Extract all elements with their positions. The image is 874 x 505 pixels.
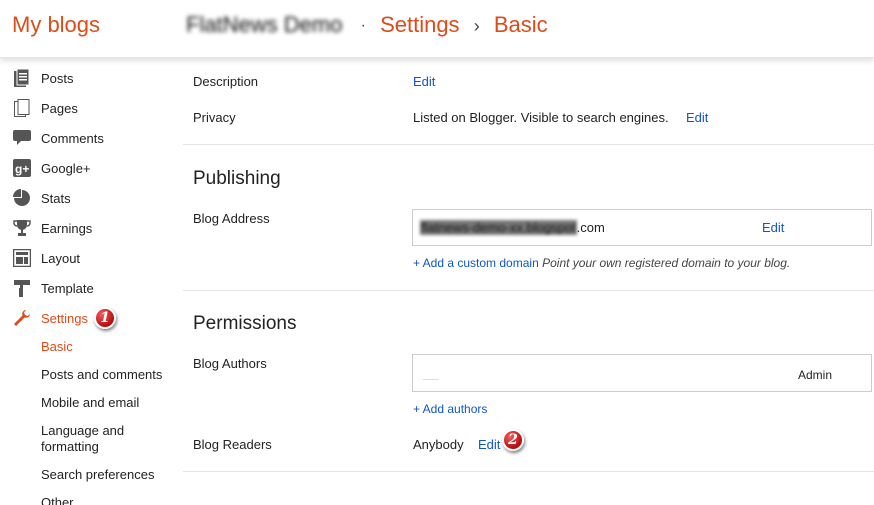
- blog-address-blurred: flatnews-demo-xx.blogspot: [420, 220, 577, 235]
- sidebar-item-label: Settings: [41, 310, 88, 326]
- breadcrumb-settings[interactable]: Settings: [380, 12, 460, 37]
- pages-icon: [12, 98, 32, 118]
- stats-icon: [12, 188, 32, 208]
- sidebar-subitem-mobile-and-email[interactable]: Mobile and email: [41, 395, 139, 411]
- sidebar-item-layout[interactable]: Layout: [12, 246, 80, 270]
- sidebar-subitem-search-preferences[interactable]: Search preferences: [41, 467, 154, 483]
- step-2-badge: 2: [502, 429, 524, 451]
- template-icon: [12, 278, 32, 298]
- breadcrumb-basic[interactable]: Basic: [494, 12, 548, 37]
- section-divider: [183, 471, 874, 472]
- add-custom-domain-link[interactable]: + Add a custom domain: [413, 256, 539, 270]
- sidebar-item-settings[interactable]: Settings 1: [12, 306, 116, 330]
- sidebar-item-label: Google+: [41, 160, 91, 176]
- blog-address-box: flatnews-demo-xx.blogspot.com Edit: [412, 209, 872, 246]
- blog-authors-box: Admin: [412, 354, 872, 392]
- breadcrumb-blog-name[interactable]: FlatNews Demo: [186, 12, 342, 37]
- sidebar-item-comments[interactable]: Comments: [12, 126, 104, 150]
- google-plus-icon: g+: [12, 158, 32, 178]
- blog-readers-value: Anybody: [413, 437, 464, 452]
- sidebar-item-label: Earnings: [41, 220, 93, 236]
- sidebar-subitem-posts-and-comments[interactable]: Posts and comments: [41, 367, 162, 383]
- sidebar-item-label: Pages: [41, 100, 78, 116]
- blog-address-suffix: .com: [576, 220, 605, 235]
- sidebar-item-label: Posts: [41, 70, 74, 86]
- author-name-placeholder: [423, 379, 439, 380]
- posts-icon: [12, 68, 32, 88]
- my-blogs-link[interactable]: My blogs: [12, 12, 100, 38]
- sidebar-item-label: Template: [41, 280, 94, 296]
- breadcrumb-dot-separator: ·: [360, 17, 366, 34]
- trophy-icon: [12, 218, 32, 238]
- step-1-badge: 1: [93, 307, 116, 329]
- breadcrumb-arrow-separator: ›: [473, 16, 480, 36]
- sidebar-item-earnings[interactable]: Earnings: [12, 216, 92, 240]
- sidebar-item-posts[interactable]: Posts: [12, 66, 74, 90]
- custom-domain-hint: Point your own registered domain to your…: [542, 256, 791, 270]
- sidebar-item-stats[interactable]: Stats: [12, 186, 71, 210]
- permissions-heading: Permissions: [193, 313, 297, 334]
- sidebar-item-label: Comments: [41, 130, 104, 146]
- blog-address-edit-link[interactable]: Edit: [762, 220, 784, 235]
- privacy-label: Privacy: [193, 110, 236, 125]
- blog-authors-label: Blog Authors: [193, 356, 267, 371]
- description-label: Description: [193, 74, 259, 89]
- sidebar-subitem-language-and-formatting[interactable]: Language and formatting: [41, 423, 124, 455]
- custom-domain-row: + Add a custom domain Point your own reg…: [413, 256, 790, 270]
- comments-icon: [12, 128, 32, 148]
- blog-address-label: Blog Address: [193, 211, 270, 226]
- sidebar-item-pages[interactable]: Pages: [12, 96, 78, 120]
- breadcrumb: FlatNews Demo · Settings › Basic: [186, 12, 548, 38]
- sidebar-item-template[interactable]: Template: [12, 276, 94, 300]
- add-authors-link[interactable]: + Add authors: [413, 402, 487, 416]
- svg-text:g+: g+: [15, 162, 29, 176]
- sidebar-item-label: Layout: [41, 250, 81, 266]
- blog-readers-edit-link[interactable]: Edit: [478, 437, 500, 452]
- publishing-heading: Publishing: [193, 168, 281, 189]
- privacy-value: Listed on Blogger. Visible to search eng…: [413, 110, 669, 125]
- sidebar-subitem-other[interactable]: Other: [41, 495, 74, 505]
- privacy-edit-link[interactable]: Edit: [686, 110, 708, 125]
- author-role: Admin: [798, 368, 833, 382]
- blog-readers-label: Blog Readers: [193, 437, 272, 452]
- layout-icon: [12, 248, 32, 268]
- sidebar-subitem-basic[interactable]: Basic: [41, 339, 73, 355]
- sidebar-item-label: Stats: [41, 190, 71, 206]
- wrench-icon: [12, 308, 32, 328]
- description-edit-link[interactable]: Edit: [413, 74, 435, 89]
- settings-main-panel: Description Edit Privacy Listed on Blogg…: [183, 58, 874, 505]
- section-divider: [183, 144, 874, 145]
- sidebar-item-google-plus[interactable]: g+ Google+: [12, 156, 91, 180]
- top-header: My blogs FlatNews Demo · Settings › Basi…: [0, 0, 874, 58]
- section-divider: [183, 290, 874, 291]
- blog-address-value: flatnews-demo-xx.blogspot.com: [420, 220, 605, 235]
